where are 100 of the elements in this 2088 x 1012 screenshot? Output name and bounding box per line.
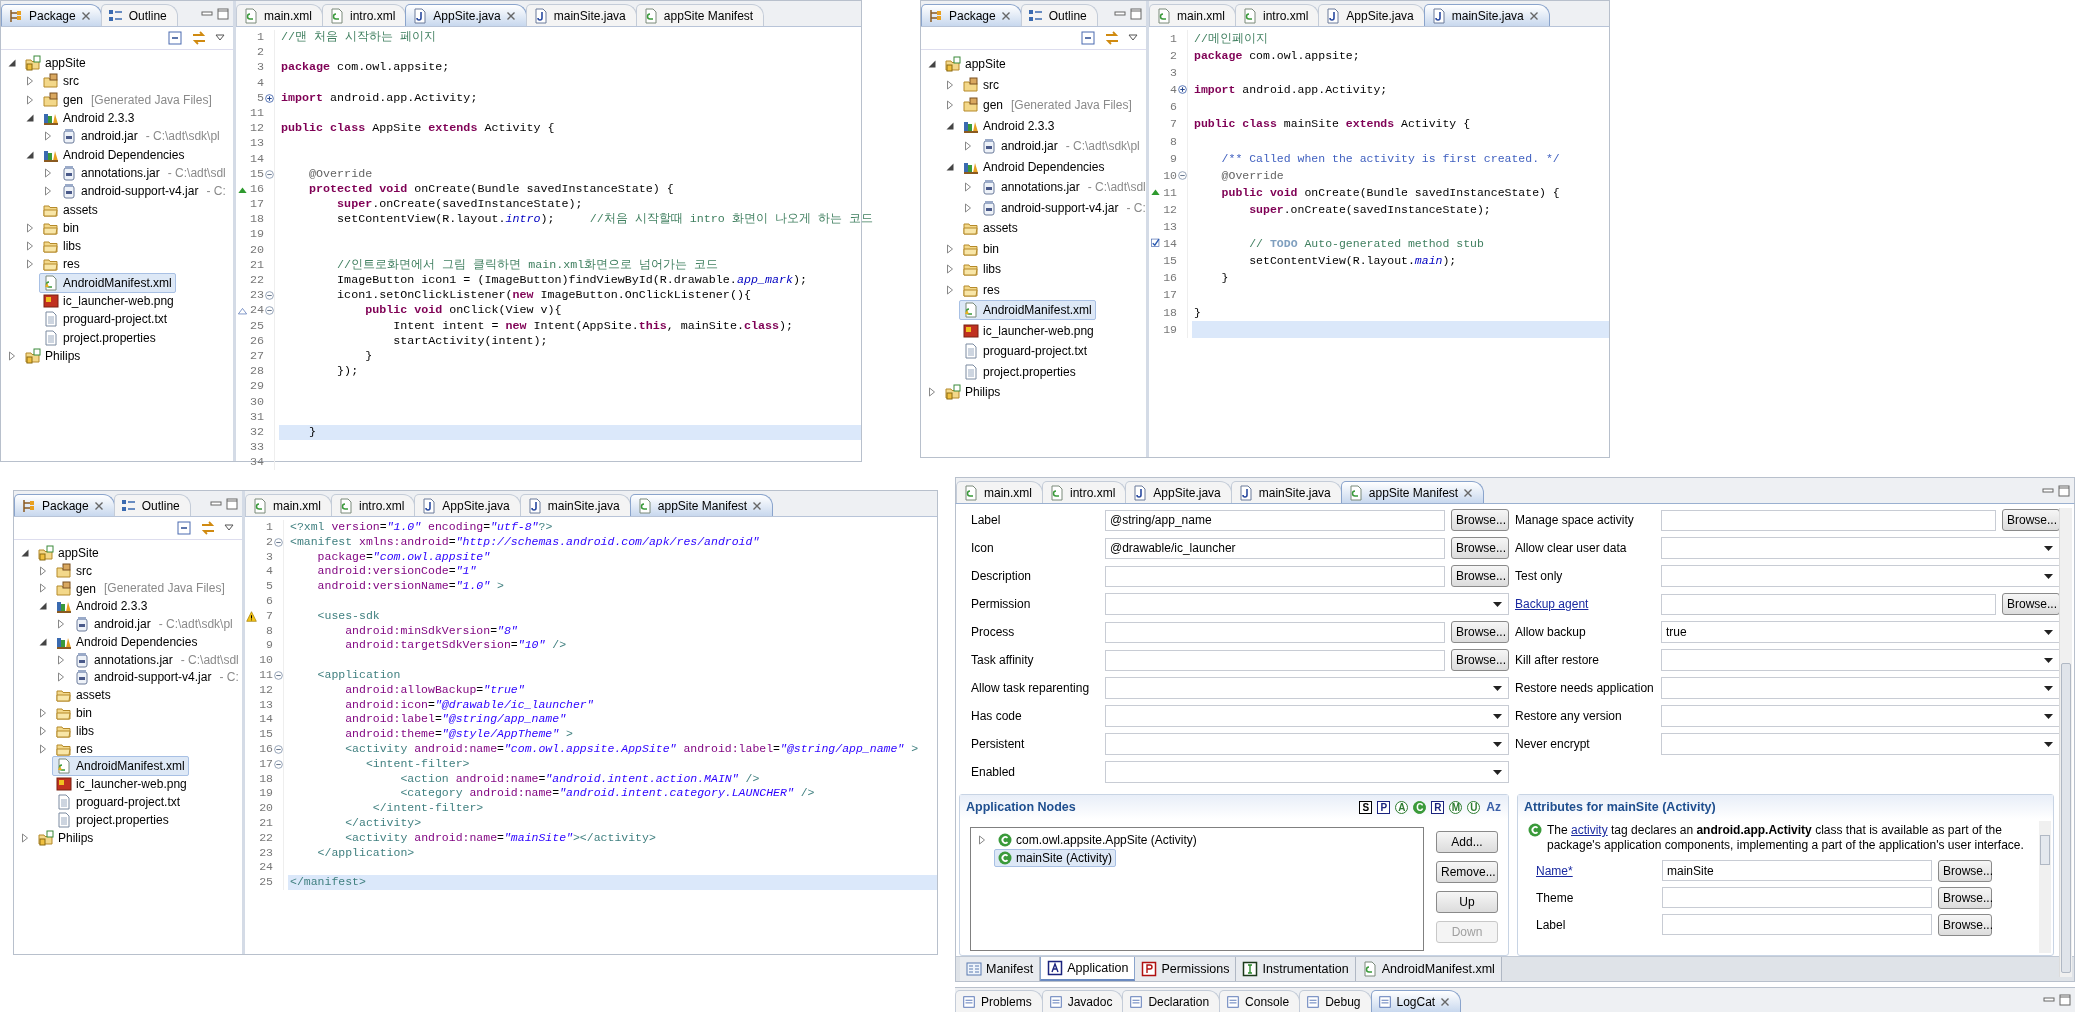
tree-toggle-icon[interactable]: [963, 202, 973, 213]
tab[interactable]: Outline: [1020, 4, 1098, 26]
maximize-icon[interactable]: [2059, 994, 2071, 1006]
collapse-fold-icon[interactable]: [273, 744, 283, 754]
tree-item[interactable]: Philips: [941, 382, 1005, 403]
tab[interactable]: main.xml: [1149, 4, 1236, 26]
tree-item[interactable]: android.jar: [57, 126, 142, 147]
tree-item[interactable]: res: [39, 254, 84, 275]
tree-item[interactable]: appSite: [941, 54, 1010, 75]
tree-toggle-icon[interactable]: [945, 243, 955, 254]
collapse-fold-icon[interactable]: [264, 169, 274, 179]
collapse-fold-icon[interactable]: [1177, 170, 1187, 180]
collapse-all-icon[interactable]: [167, 30, 183, 46]
close-icon[interactable]: [80, 10, 91, 21]
tab[interactable]: mainSite.java: [1230, 481, 1342, 503]
collapse-fold-icon[interactable]: [264, 306, 274, 316]
maximize-icon[interactable]: [226, 497, 238, 510]
text-field[interactable]: [1105, 649, 1445, 671]
close-icon[interactable]: [1463, 487, 1474, 498]
tree-toggle-icon[interactable]: [25, 259, 35, 270]
field-label-link[interactable]: Backup agent: [1515, 597, 1655, 611]
tab[interactable]: main.xml: [956, 481, 1043, 503]
browse-button[interactable]: Browse...: [1451, 537, 1509, 559]
minimize-icon[interactable]: [210, 498, 222, 509]
tree-item[interactable]: gen: [52, 578, 101, 599]
tree-item[interactable]: appSite: [34, 542, 103, 563]
tree-toggle-icon[interactable]: [38, 601, 48, 612]
view-tab[interactable]: Javadoc: [1041, 990, 1124, 1012]
filter-toggle[interactable]: S: [1359, 800, 1373, 814]
expand-fold-icon[interactable]: [264, 93, 274, 103]
view-tab[interactable]: Declaration: [1122, 990, 1221, 1012]
tree-toggle-icon[interactable]: [43, 131, 53, 142]
tree-toggle-icon[interactable]: [38, 743, 48, 754]
tab[interactable]: Package: [921, 4, 1022, 26]
scrollbar[interactable]: [2039, 821, 2051, 953]
view-tab[interactable]: Console: [1219, 990, 1301, 1012]
tree-item[interactable]: ic_launcher-web.png: [959, 320, 1098, 341]
tab[interactable]: Outline: [113, 494, 191, 516]
browse-button[interactable]: Browse...: [1451, 621, 1509, 643]
tree-item[interactable]: Android Dependencies: [959, 156, 1109, 177]
tree-toggle-icon[interactable]: [38, 583, 48, 594]
tree-item[interactable]: src: [959, 74, 1003, 95]
tab[interactable]: intro.xml: [1042, 481, 1127, 503]
tree-item[interactable]: AndroidManifest.xml: [39, 272, 176, 293]
minimize-icon[interactable]: [2043, 995, 2055, 1005]
tree-item[interactable]: project.properties: [39, 327, 160, 348]
scrollbar[interactable]: [2059, 508, 2072, 977]
view-menu-icon[interactable]: [1128, 34, 1138, 42]
tree-item[interactable]: Philips: [34, 827, 98, 848]
maximize-icon[interactable]: [1130, 7, 1142, 20]
tree-toggle-icon[interactable]: [7, 350, 17, 361]
view-menu-icon[interactable]: [215, 34, 225, 42]
tree-item[interactable]: mainSite (Activity): [994, 849, 1117, 867]
text-field[interactable]: [1662, 914, 1932, 935]
filter-toggle[interactable]: A: [1395, 800, 1409, 814]
tab[interactable]: appSite Manifest: [1340, 481, 1485, 503]
tree-item[interactable]: src: [39, 71, 83, 92]
sync-arrows-icon[interactable]: [1104, 30, 1120, 46]
tree-toggle-icon[interactable]: [945, 264, 955, 275]
tag-link[interactable]: activity: [1571, 823, 1608, 837]
tree-toggle-icon[interactable]: [963, 141, 973, 152]
field-label-link[interactable]: Name*: [1536, 863, 1656, 878]
collapse-fold-icon[interactable]: [273, 537, 283, 547]
tab[interactable]: intro.xml: [1235, 4, 1320, 26]
collapse-fold-icon[interactable]: [264, 291, 274, 301]
tab[interactable]: main.xml: [236, 4, 323, 26]
tree-toggle-icon[interactable]: [43, 167, 53, 178]
close-icon[interactable]: [93, 500, 104, 511]
tab[interactable]: appSite Manifest: [629, 494, 774, 516]
tree-item[interactable]: annotations.jar: [70, 649, 177, 670]
close-icon[interactable]: [505, 10, 516, 21]
tree-toggle-icon[interactable]: [25, 222, 35, 233]
tree-toggle-icon[interactable]: [945, 161, 955, 172]
close-icon[interactable]: [1440, 996, 1451, 1007]
tree-item[interactable]: proguard-project.txt: [39, 309, 172, 330]
close-icon[interactable]: [752, 500, 763, 511]
tree-toggle-icon[interactable]: [945, 100, 955, 111]
page-tab[interactable]: Application: [1040, 957, 1136, 981]
tree-item[interactable]: Philips: [21, 345, 85, 366]
tree-toggle-icon[interactable]: [25, 76, 35, 87]
tab[interactable]: mainSite.java: [1423, 4, 1550, 26]
filter-toggle[interactable]: Az: [1485, 800, 1502, 814]
tree-item[interactable]: Android 2.3.3: [959, 115, 1059, 136]
tree-item[interactable]: gen: [39, 89, 88, 110]
tree-item[interactable]: assets: [959, 218, 1022, 239]
tree-toggle-icon[interactable]: [25, 241, 35, 252]
tree-toggle-icon[interactable]: [56, 619, 66, 630]
text-field[interactable]: [1661, 509, 1996, 531]
filter-toggle[interactable]: U: [1467, 800, 1481, 814]
tree-toggle-icon[interactable]: [927, 387, 937, 398]
browse-button[interactable]: Browse...: [1451, 509, 1509, 531]
tree-item[interactable]: proguard-project.txt: [959, 341, 1092, 362]
text-field[interactable]: [1662, 887, 1932, 908]
tree-toggle-icon[interactable]: [43, 186, 53, 197]
tree-item[interactable]: assets: [52, 685, 115, 706]
tree-item[interactable]: appSite: [21, 53, 90, 74]
view-tab[interactable]: LogCat: [1370, 990, 1462, 1012]
browse-button[interactable]: Browse...: [1451, 565, 1509, 587]
tab[interactable]: intro.xml: [322, 4, 407, 26]
tree-toggle-icon[interactable]: [20, 832, 30, 843]
